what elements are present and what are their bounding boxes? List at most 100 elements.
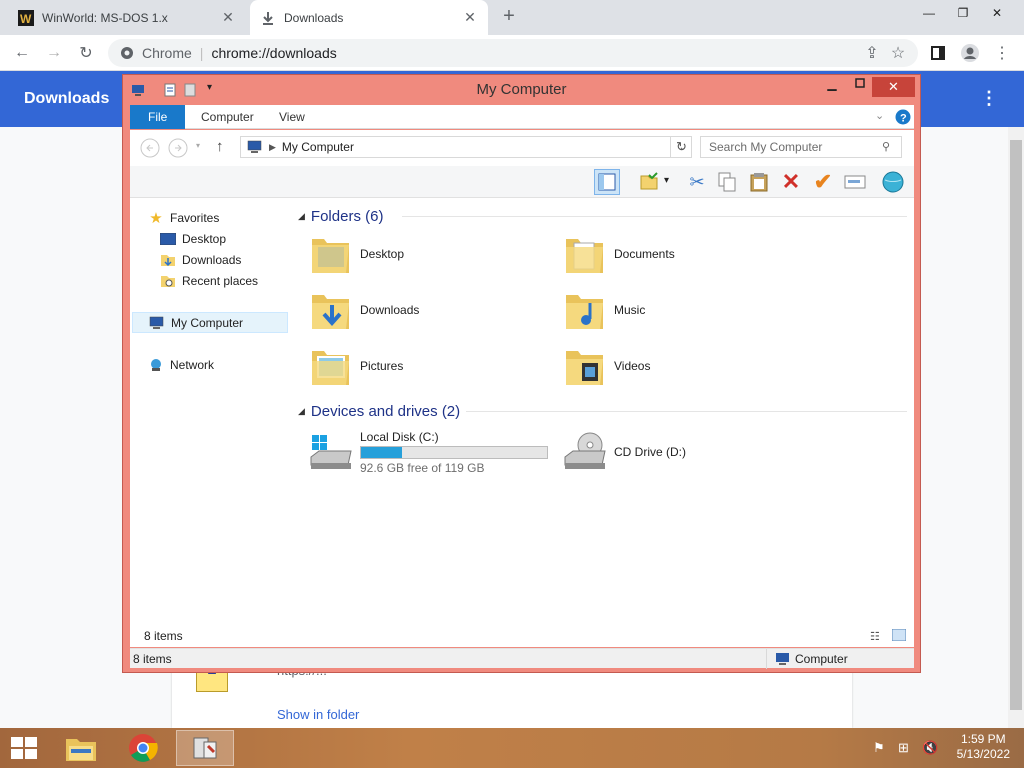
nav-label: Network: [170, 357, 215, 372]
close-window-icon[interactable]: ✕: [980, 0, 1014, 26]
network-status-icon[interactable]: ⊞: [898, 740, 914, 756]
action-center-flag-icon[interactable]: ⚑: [873, 740, 889, 756]
refresh-icon[interactable]: ↻: [670, 136, 692, 158]
copy-icon[interactable]: [714, 169, 740, 195]
paste-icon[interactable]: [746, 169, 772, 195]
group-divider: [466, 411, 907, 412]
expand-ribbon-icon[interactable]: ⌄: [875, 109, 884, 122]
maximize-icon[interactable]: [846, 77, 874, 95]
drives-group-header[interactable]: ◢ Devices and drives (2): [298, 400, 460, 422]
folder-documents[interactable]: Documents: [562, 228, 802, 280]
select-checkmark-icon[interactable]: ✔: [810, 169, 836, 195]
breadcrumb-chevron-icon[interactable]: ▶: [269, 142, 276, 153]
new-tab-button[interactable]: +: [498, 6, 520, 28]
back-icon[interactable]: [140, 138, 160, 158]
file-explorer-icon: [66, 739, 96, 761]
tab-file[interactable]: File: [130, 105, 186, 129]
close-tab-icon[interactable]: ✕: [220, 9, 236, 26]
drive-cd-d[interactable]: CD Drive (D:): [562, 426, 802, 478]
item-count: 8 items: [144, 629, 183, 643]
volume-muted-icon[interactable]: 🔇: [922, 740, 938, 756]
preview-pane-icon[interactable]: [594, 169, 620, 195]
tab-downloads[interactable]: Downloads ✕: [250, 0, 488, 35]
nav-label: My Computer: [171, 315, 244, 330]
drive-label: CD Drive (D:): [614, 445, 686, 459]
tab-computer[interactable]: Computer: [187, 105, 268, 129]
chrome-logo-icon: [129, 734, 158, 762]
downloads-icon: [160, 253, 176, 267]
taskbar: ⚑ ⊞ 🔇 1:59 PM 5/13/2022: [0, 728, 1024, 768]
toolbar-dropdown-icon[interactable]: ▾: [664, 175, 669, 186]
recent-places-icon: [160, 274, 176, 288]
collapse-triangle-icon[interactable]: ◢: [298, 211, 305, 222]
collapse-triangle-icon[interactable]: ◢: [298, 406, 305, 417]
folder-desktop[interactable]: Desktop: [308, 228, 548, 280]
address-field[interactable]: ▶ My Computer ⌄: [240, 136, 692, 158]
svg-text:W: W: [20, 12, 32, 26]
search-icon[interactable]: ⚲: [882, 140, 890, 153]
nav-favorites[interactable]: ★ Favorites: [148, 207, 304, 228]
details-view-icon[interactable]: ☷: [870, 630, 880, 643]
folder-downloads[interactable]: Downloads: [308, 284, 548, 336]
recent-locations-icon[interactable]: ▾: [196, 141, 200, 150]
profile-avatar-icon[interactable]: [958, 41, 982, 65]
window-title: My Computer: [476, 81, 567, 98]
breadcrumb-current[interactable]: My Computer: [282, 140, 354, 154]
browser-menu-icon[interactable]: ⋮: [990, 41, 1014, 65]
address-bar[interactable]: Chrome | chrome://downloads: [108, 39, 918, 67]
hard-disk-icon: [310, 435, 352, 469]
tab-title: Downloads: [284, 10, 344, 25]
bookmark-star-icon[interactable]: ☆: [886, 41, 910, 65]
computer-icon: [149, 316, 165, 330]
restore-icon[interactable]: ❐: [946, 0, 980, 26]
window-title-bar[interactable]: ▾ My Computer ▁ ✕: [123, 75, 920, 105]
system-clock[interactable]: 1:59 PM 5/13/2022: [957, 732, 1010, 762]
nav-my-computer[interactable]: My Computer: [132, 312, 288, 333]
taskbar-file-explorer[interactable]: [52, 730, 110, 766]
large-icons-view-icon[interactable]: [891, 628, 907, 644]
videos-folder-icon: [566, 351, 603, 385]
svg-text:?: ?: [900, 113, 907, 125]
start-button[interactable]: [0, 730, 48, 766]
tab-winworld[interactable]: W WinWorld: MS-DOS 1.x ✕: [8, 0, 246, 35]
side-panel-icon[interactable]: [926, 41, 950, 65]
help-icon[interactable]: ?: [895, 109, 911, 125]
taskbar-my-computer[interactable]: [176, 730, 234, 766]
nav-label: Recent places: [182, 273, 259, 288]
tab-strip: W WinWorld: MS-DOS 1.x ✕ Downloads ✕ + —…: [0, 0, 1024, 35]
properties-folder-icon[interactable]: [636, 169, 662, 195]
globe-icon[interactable]: [880, 169, 906, 195]
close-tab-icon[interactable]: ✕: [462, 9, 478, 26]
more-options-icon[interactable]: ⋮: [980, 88, 998, 109]
reload-icon[interactable]: ↻: [74, 41, 98, 65]
nav-label: Desktop: [182, 231, 227, 246]
taskbar-chrome[interactable]: [114, 730, 172, 766]
folder-videos[interactable]: Videos: [562, 340, 802, 392]
share-icon[interactable]: ⇪: [860, 41, 884, 65]
cut-icon[interactable]: ✂: [684, 169, 710, 195]
drive-local-disk-c[interactable]: Local Disk (C:) 92.6 GB free of 119 GB: [308, 426, 558, 478]
delete-icon[interactable]: ✕: [778, 169, 804, 195]
folders-group-header[interactable]: ◢ Folders (6): [298, 205, 383, 227]
forward-arrow-icon[interactable]: →: [42, 41, 66, 65]
scrollbar-thumb[interactable]: [1010, 140, 1022, 710]
content-footer: 8 items ☷: [130, 625, 914, 647]
back-arrow-icon[interactable]: ←: [10, 41, 34, 65]
close-icon[interactable]: ✕: [872, 77, 915, 97]
nav-label: Favorites: [170, 210, 220, 225]
group-divider: [402, 216, 907, 217]
page-title: Downloads: [24, 90, 110, 107]
tab-view[interactable]: View: [265, 105, 319, 129]
group-label: Devices and drives (2): [310, 402, 461, 420]
up-arrow-icon[interactable]: ↑: [216, 138, 224, 155]
folder-pictures[interactable]: Pictures: [308, 340, 548, 392]
minimize-icon[interactable]: ▁: [818, 77, 846, 95]
nav-network[interactable]: Network: [148, 354, 304, 375]
capacity-fill: [361, 446, 402, 458]
search-input[interactable]: Search My Computer: [700, 136, 902, 158]
show-in-folder-link[interactable]: Show in folder: [277, 707, 359, 722]
folder-music[interactable]: Music: [562, 284, 802, 336]
rename-icon[interactable]: [842, 169, 868, 195]
forward-icon[interactable]: [168, 138, 188, 158]
minimize-icon[interactable]: —: [912, 0, 946, 26]
